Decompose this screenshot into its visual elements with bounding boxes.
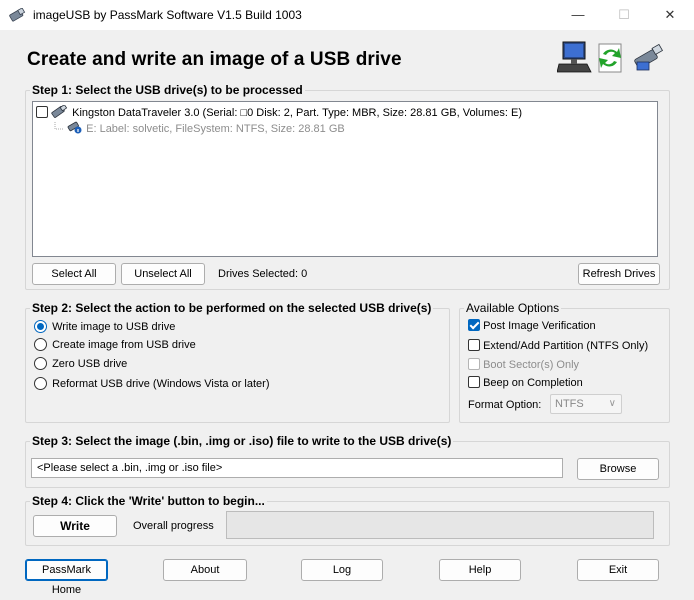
drive-checkbox[interactable] — [36, 106, 48, 118]
option-label: Extend/Add Partition (NTFS Only) — [483, 340, 649, 352]
radio-reformat-drive[interactable] — [34, 377, 47, 390]
extend-partition-checkbox[interactable] — [468, 339, 480, 351]
volume-info-icon — [67, 121, 82, 134]
title-bar: imageUSB by PassMark Software V1.5 Build… — [0, 0, 694, 30]
computer-icon — [557, 41, 592, 73]
option-boot-sector: Boot Sector(s) Only — [468, 358, 579, 371]
option-label: Post Image Verification — [483, 320, 596, 332]
step2-label: Step 2: Select the action to be performe… — [30, 301, 434, 315]
step4-group: Step 4: Click the 'Write' button to begi… — [25, 494, 670, 546]
step3-label: Step 3: Select the image (.bin, .img or … — [30, 434, 454, 448]
radio-write-image[interactable] — [34, 320, 47, 333]
action-label: Zero USB drive — [52, 358, 128, 370]
step3-group: Step 3: Select the image (.bin, .img or … — [25, 434, 670, 488]
option-post-verification[interactable]: Post Image Verification — [468, 319, 596, 332]
beep-completion-checkbox[interactable] — [468, 376, 480, 388]
usb-drive-icon — [51, 104, 68, 118]
step2-group: Step 2: Select the action to be performe… — [25, 301, 450, 423]
passmark-home-button[interactable]: PassMark Home — [25, 559, 108, 596]
action-reformat-drive[interactable]: Reformat USB drive (Windows Vista or lat… — [34, 377, 269, 390]
format-option-select: NTFS ∨ — [550, 394, 622, 414]
step1-label: Step 1: Select the USB drive(s) to be pr… — [30, 83, 305, 97]
boot-sector-checkbox — [468, 358, 480, 370]
step1-group: Step 1: Select the USB drive(s) to be pr… — [25, 83, 670, 290]
format-option-label: Format Option: — [468, 399, 542, 411]
usb-app-icon — [9, 8, 26, 22]
browse-button[interactable]: Browse — [577, 458, 659, 480]
refresh-arrows-icon — [598, 43, 622, 73]
format-option-value: NTFS — [555, 398, 584, 410]
volume-row: E: Label: solvetic, FileSystem: NTFS, Si… — [54, 121, 345, 135]
tree-connector — [54, 122, 63, 130]
close-button[interactable]: ✕ — [647, 0, 693, 30]
overall-progress-bar — [226, 511, 654, 539]
option-beep-completion[interactable]: Beep on Completion — [468, 376, 583, 389]
select-all-button[interactable]: Select All — [32, 263, 116, 285]
drive-row[interactable]: Kingston DataTraveler 3.0 (Serial: □0 Di… — [36, 104, 523, 119]
page-title: Create and write an image of a USB drive — [27, 49, 402, 70]
action-zero-drive[interactable]: Zero USB drive — [34, 357, 127, 370]
step4-label: Step 4: Click the 'Write' button to begi… — [30, 494, 267, 508]
action-label: Write image to USB drive — [52, 321, 176, 333]
option-label: Beep on Completion — [483, 377, 583, 389]
options-label: Available Options — [464, 301, 562, 315]
exit-button[interactable]: Exit — [577, 559, 659, 581]
drive-description: Kingston DataTraveler 3.0 (Serial: □0 Di… — [72, 107, 523, 119]
action-label: Create image from USB drive — [52, 339, 196, 351]
options-group: Available Options Post Image Verificatio… — [459, 301, 670, 423]
refresh-drives-button[interactable]: Refresh Drives — [578, 263, 660, 285]
header-icons — [557, 41, 664, 73]
action-label: Reformat USB drive (Windows Vista or lat… — [52, 378, 270, 390]
action-create-image[interactable]: Create image from USB drive — [34, 338, 196, 351]
usb-drive-icon — [634, 43, 664, 71]
chevron-down-icon: ∨ — [608, 398, 616, 409]
post-verification-checkbox[interactable] — [468, 319, 480, 331]
radio-zero-drive[interactable] — [34, 357, 47, 370]
radio-create-image[interactable] — [34, 338, 47, 351]
write-button[interactable]: Write — [33, 515, 117, 537]
drive-list[interactable]: Kingston DataTraveler 3.0 (Serial: □0 Di… — [32, 101, 658, 257]
unselect-all-button[interactable]: Unselect All — [121, 263, 205, 285]
about-button[interactable]: About — [163, 559, 247, 581]
overall-progress-label: Overall progress — [133, 520, 214, 532]
option-extend-partition[interactable]: Extend/Add Partition (NTFS Only) — [468, 339, 648, 352]
help-button[interactable]: Help — [439, 559, 521, 581]
minimize-button[interactable]: — — [555, 0, 601, 30]
image-file-input[interactable]: <Please select a .bin, .img or .iso file… — [31, 458, 563, 478]
maximize-button[interactable]: ☐ — [601, 0, 647, 30]
log-button[interactable]: Log — [301, 559, 383, 581]
option-label: Boot Sector(s) Only — [483, 359, 580, 371]
drives-selected-count: Drives Selected: 0 — [218, 268, 308, 280]
window-title: imageUSB by PassMark Software V1.5 Build… — [33, 8, 302, 22]
action-write-image[interactable]: Write image to USB drive — [34, 320, 175, 333]
volume-description: E: Label: solvetic, FileSystem: NTFS, Si… — [86, 123, 345, 135]
